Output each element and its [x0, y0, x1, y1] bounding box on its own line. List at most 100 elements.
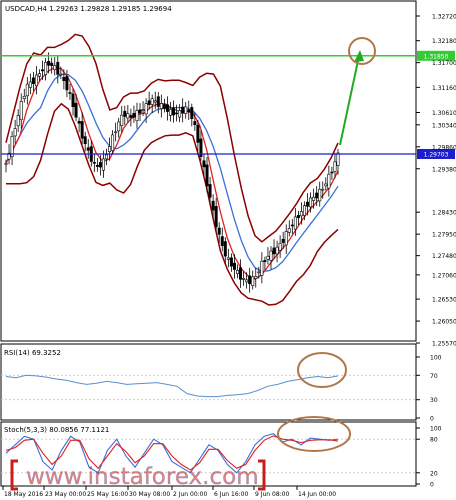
candle-body [208, 184, 212, 198]
candle-body [324, 183, 328, 187]
rsi-panel-frame [0, 343, 417, 421]
stoch-y-tick-label: 20 [430, 470, 438, 477]
price-y-tick-label: 1.30610 [432, 110, 456, 117]
price-header: USDCAD,H4 1.29263 1.29828 1.29185 1.2969… [5, 5, 172, 13]
rsi-y-tick-label: 0 [430, 416, 434, 423]
x-tick-label: 6 Jun 16:00 [214, 491, 248, 498]
candle-body [74, 102, 78, 118]
candle-body [71, 93, 75, 108]
levels-layer: 1.318501.29703 [1, 50, 455, 159]
candle-body [242, 278, 246, 280]
candle-body [65, 76, 69, 91]
price-y-tick-label: 1.27950 [432, 232, 456, 239]
candle-body [312, 196, 316, 201]
candle-body [318, 189, 322, 202]
candle-body [232, 262, 236, 270]
candle-body [41, 69, 45, 72]
candle-body [269, 250, 273, 261]
candle-body [126, 113, 130, 119]
rsi-y-tick-label: 30 [430, 397, 438, 404]
candle-body [321, 188, 325, 191]
candle-body [299, 211, 303, 217]
candle-body [306, 201, 310, 207]
price-y-tick-label: 1.32720 [432, 14, 456, 21]
candle-body [293, 216, 297, 230]
chart-window: 1.31850 1.29703 1.32720 1.32180 1.31700 1.31… [0, 0, 456, 500]
candle-body [168, 108, 172, 116]
stoch-y-tick-label: 0 [430, 482, 434, 489]
candle-body [105, 154, 109, 160]
x-tick-label: 18 May 2016 [4, 491, 43, 498]
candle-body [38, 73, 42, 77]
candle-body [211, 200, 215, 211]
candle-body [92, 161, 96, 164]
candle-body [153, 100, 157, 103]
price-y-tick-label: 1.27060 [432, 272, 456, 279]
candle-body [120, 114, 124, 126]
candle-body [150, 98, 154, 105]
candle-body [251, 276, 255, 286]
chart-canvas: 1.318501.29703 1.32720 1.32180 1.31700 1.31… [0, 0, 456, 498]
candle-body [59, 73, 63, 76]
candle-body [190, 107, 194, 119]
candle-body [80, 121, 84, 139]
rsi-circle [297, 352, 347, 388]
candle-body [290, 224, 294, 227]
candle-body [135, 110, 139, 122]
candle-body [196, 124, 200, 143]
bollinger-lower [6, 102, 339, 306]
price-y-tick-label: 1.28430 [432, 210, 456, 217]
price-y-tick-label: 1.26050 [432, 319, 456, 326]
rsi-y-tick-label: 70 [430, 373, 438, 380]
x-tick-label: 14 Jun 00:00 [298, 491, 336, 498]
price-y-tick-label: 1.29860 [432, 144, 456, 151]
candle-body [56, 61, 60, 75]
candle-body [68, 92, 72, 94]
price-series-layer [4, 33, 340, 306]
candle-body [13, 128, 17, 137]
candle-body [19, 101, 23, 121]
candle-body [217, 227, 221, 235]
candle-body [31, 77, 35, 85]
moving-average-red [5, 66, 339, 280]
candle-body [275, 246, 279, 255]
candle-body [123, 110, 127, 117]
rsi-line [5, 374, 339, 398]
candle-body [184, 106, 188, 114]
x-tick-label: 2 Jun 00:00 [173, 491, 207, 498]
candle-body [296, 215, 300, 219]
candle-body [260, 260, 264, 276]
candle-body [4, 162, 8, 165]
candle-body [101, 158, 105, 171]
candle-body [193, 121, 197, 125]
target-arrow-shaft [339, 55, 360, 146]
candle-body [327, 173, 331, 189]
candle-body [138, 109, 142, 114]
candle-body [34, 74, 38, 87]
stoch-header: Stoch(5,3,3) 80.0856 77.1121 [4, 426, 109, 434]
candle-body [333, 161, 337, 172]
level-price-label: 1.29703 [424, 151, 449, 158]
candle-body [28, 81, 32, 88]
candle-body [181, 106, 185, 114]
candle-body [156, 96, 160, 107]
candle-body [53, 65, 57, 71]
candle-body [239, 267, 243, 280]
candle-body [235, 269, 239, 274]
candle-body [178, 110, 182, 118]
candle-body [129, 115, 133, 118]
candle-body [205, 164, 209, 187]
price-y-tick-label: 1.30340 [432, 122, 456, 129]
candle-body [114, 131, 118, 134]
candle-body [229, 257, 233, 267]
candle-body [44, 62, 48, 75]
candle-body [111, 134, 115, 151]
rsi-y-tick-label: 100 [430, 355, 442, 362]
price-y-tick-label: 1.29380 [432, 166, 456, 173]
candle-body [266, 255, 270, 260]
candle-body [281, 238, 285, 243]
candle-body [62, 76, 66, 81]
candle-body [50, 62, 54, 66]
candle-body [330, 171, 334, 174]
candle-body [47, 60, 51, 66]
